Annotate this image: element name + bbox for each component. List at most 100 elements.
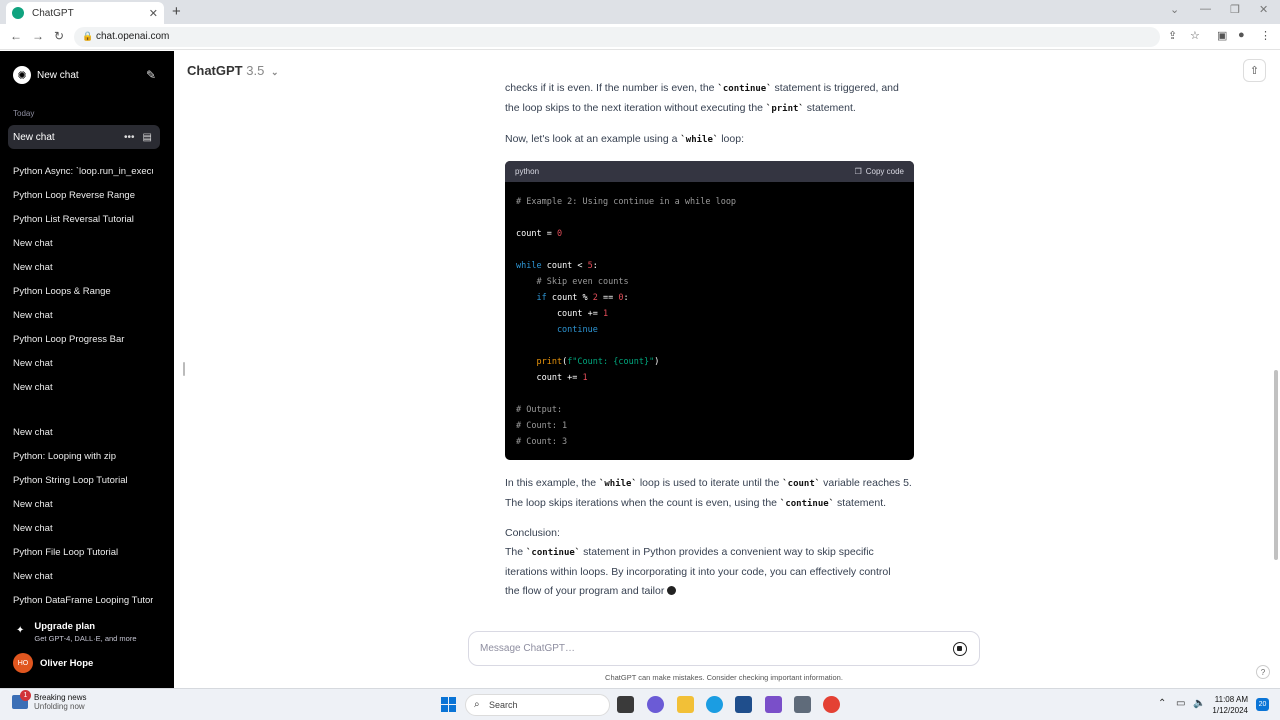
message-input[interactable]: Message ChatGPT…: [480, 643, 575, 654]
sidebar-item[interactable]: Python List Reversal Tutorial: [13, 214, 153, 225]
text-span: statement.: [803, 102, 856, 114]
sidebar-item[interactable]: Python DataFrame Looping Tutorial: [13, 595, 153, 606]
code-token: count <: [541, 261, 588, 271]
archive-icon[interactable]: ▤: [143, 132, 152, 143]
clock-date: 1/12/2024: [1212, 706, 1248, 715]
message-composer[interactable]: Message ChatGPT…: [468, 631, 980, 666]
inline-code: `while`: [598, 479, 637, 489]
sidebar-item[interactable]: Python Async: `loop.run_in_executor`: [13, 166, 153, 177]
user-name: Oliver Hope: [40, 657, 94, 669]
windows-start-icon[interactable]: [441, 697, 456, 712]
site-info-icon[interactable]: 🔒: [82, 31, 93, 42]
system-clock[interactable]: 11:08 AM 1/12/2024: [1210, 694, 1248, 716]
sidebar-item[interactable]: New chat: [13, 499, 153, 510]
new-chat-label: New chat: [37, 69, 79, 81]
bookmark-star-icon[interactable]: ☆: [1190, 29, 1200, 42]
taskbar-search[interactable]: ⌕ Search: [465, 694, 610, 716]
task-view-icon[interactable]: [617, 696, 634, 713]
chrome-icon[interactable]: [823, 696, 840, 713]
code-token: 1: [582, 373, 588, 383]
model-selector[interactable]: ChatGPT 3.5 ⌄: [187, 63, 279, 78]
news-badge: 1: [20, 690, 31, 701]
openai-logo-icon: ✺: [13, 66, 31, 84]
snipping-tool-icon[interactable]: [794, 696, 811, 713]
code-token: :: [592, 261, 598, 271]
code-line: # Count: 3: [516, 437, 568, 447]
sidebar-item[interactable]: New chat: [13, 358, 153, 369]
code-token: if: [516, 293, 547, 303]
news-icon: 1: [12, 690, 31, 709]
back-icon[interactable]: ←: [10, 29, 22, 43]
code-line: count += 1: [516, 370, 903, 386]
reload-icon[interactable]: ↻: [54, 29, 64, 43]
date-group-today: Today: [13, 109, 35, 118]
store-icon[interactable]: [735, 696, 752, 713]
sidebar-new-chat-button[interactable]: ✺ New chat ✎: [8, 61, 160, 89]
inline-code: `count`: [782, 479, 821, 489]
restore-window-icon[interactable]: —: [1200, 3, 1211, 15]
profile-icon[interactable]: ●: [1238, 29, 1245, 41]
text-span: the flow of your program and tailor: [505, 585, 665, 597]
sidebar-item[interactable]: New chat: [13, 523, 153, 534]
help-button[interactable]: ?: [1256, 665, 1270, 679]
chat-app-icon[interactable]: [647, 696, 664, 713]
code-line: count += 1: [516, 306, 903, 322]
close-tab-icon[interactable]: ✕: [149, 7, 158, 20]
chevron-up-icon[interactable]: ⌃: [1158, 698, 1166, 709]
sidebar-item[interactable]: New chat: [13, 310, 153, 321]
browser-tab[interactable]: ChatGPT ✕: [6, 2, 164, 24]
sidebar-toggle-handle[interactable]: [183, 362, 185, 376]
inline-code: `continue`: [717, 84, 772, 94]
sidebar-item[interactable]: Python Loop Progress Bar: [13, 334, 153, 345]
text-span: loop:: [718, 133, 744, 145]
more-options-icon[interactable]: •••: [124, 132, 135, 143]
sidebar-item-active[interactable]: New chat ••• ▤: [8, 125, 160, 149]
sidebar-item[interactable]: Python Loop Reverse Range: [13, 190, 153, 201]
sidebar-item[interactable]: New chat: [13, 262, 153, 273]
notification-badge[interactable]: 20: [1256, 698, 1269, 711]
inline-code: `continue`: [526, 548, 581, 558]
url-field[interactable]: 🔒 chat.openai.com: [74, 27, 1160, 47]
share-page-icon[interactable]: ⇪: [1168, 29, 1177, 42]
chatgpt-favicon-icon: [12, 7, 24, 19]
sidebar-item[interactable]: Python File Loop Tutorial: [13, 547, 153, 558]
new-tab-button[interactable]: +: [172, 3, 181, 20]
copy-code-button[interactable]: ❐ Copy code: [855, 167, 904, 176]
volume-icon[interactable]: 🔈: [1193, 698, 1205, 709]
text-span: statement in Python provides a convenien…: [580, 546, 874, 558]
code-token: while: [516, 261, 542, 271]
close-window-icon[interactable]: ✕: [1259, 3, 1268, 16]
sidebar-item[interactable]: Python: Looping with zip: [13, 451, 153, 462]
copy-code-label: Copy code: [865, 167, 904, 176]
network-icon[interactable]: ▭: [1176, 698, 1185, 709]
share-chat-button[interactable]: ⇧: [1243, 59, 1266, 82]
sidebar-item[interactable]: New chat: [13, 571, 153, 582]
edge-browser-icon[interactable]: [706, 696, 723, 713]
upgrade-plan-button[interactable]: ✦ Upgrade plan Get GPT-4, DALL·E, and mo…: [16, 621, 137, 643]
vscode-icon[interactable]: [765, 696, 782, 713]
code-language: python: [515, 167, 540, 176]
compose-icon[interactable]: ✎: [146, 68, 156, 82]
file-explorer-icon[interactable]: [677, 696, 694, 713]
browser-menu-icon[interactable]: ⋮: [1260, 29, 1271, 42]
news-widget[interactable]: 1 Breaking news Unfolding now: [12, 690, 86, 711]
scrollbar[interactable]: [1274, 370, 1278, 560]
minimize-window-icon[interactable]: ⌄: [1170, 3, 1179, 16]
maximize-window-icon[interactable]: ❐: [1230, 3, 1240, 16]
stop-generating-button[interactable]: [953, 642, 967, 656]
sidebar-item[interactable]: New chat: [13, 238, 153, 249]
forward-icon[interactable]: →: [32, 29, 44, 43]
sidebar-item[interactable]: New chat: [13, 427, 153, 438]
code-line: print(f"Count: {count}"): [516, 354, 903, 370]
disclaimer-text: ChatGPT can make mistakes. Consider chec…: [605, 673, 843, 682]
sparkle-icon: ✦: [16, 625, 25, 636]
sidebar-item[interactable]: New chat: [13, 382, 153, 393]
message-paragraph: In this example, the `while` loop is use…: [505, 474, 915, 514]
user-menu-button[interactable]: HO Oliver Hope: [13, 653, 93, 673]
side-panel-icon[interactable]: ▣: [1217, 29, 1227, 42]
sidebar-item[interactable]: Python Loops & Range: [13, 286, 153, 297]
code-token: count +=: [516, 309, 603, 319]
sidebar-item[interactable]: Python String Loop Tutorial: [13, 475, 153, 486]
